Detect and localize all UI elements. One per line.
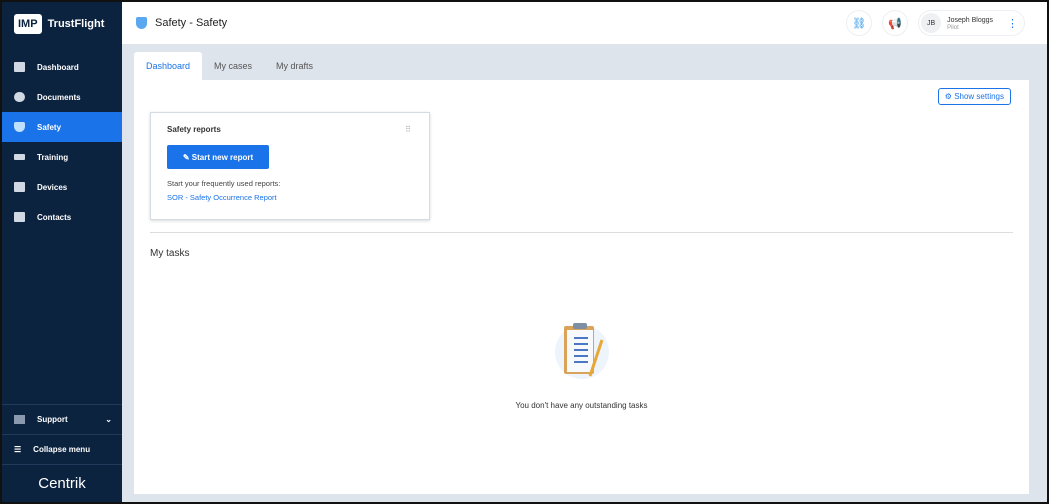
brand-name: TrustFlight [47, 18, 105, 30]
start-label: Start new report [191, 152, 254, 162]
sidebar-item-contacts[interactable]: Contacts [2, 202, 122, 232]
my-tasks-heading: My tasks [150, 248, 190, 259]
sidebar-item-safety[interactable]: Safety [2, 112, 122, 142]
show-settings-label: Show settings [954, 92, 1004, 101]
sidebar-item-label: Dashboard [37, 62, 79, 72]
link-button[interactable]: ⛓ [846, 10, 873, 36]
sidebar-item-documents[interactable]: Documents [2, 82, 122, 112]
megaphone-icon: 📢 [888, 17, 902, 30]
safety-reports-card: Safety reports ⠿ ✎ Start new report Star… [150, 112, 430, 220]
sidebar-item-label: Safety [37, 122, 62, 132]
user-menu[interactable]: JB Joseph Bloggs Pilot ⋮ [918, 10, 1025, 36]
logo[interactable]: IMP TrustFlight [14, 14, 104, 34]
page-title: Safety - Safety [155, 17, 228, 29]
centrik-logo: Centrik [2, 464, 122, 502]
sidebar-item-dashboard[interactable]: Dashboard [2, 52, 122, 82]
gear-icon: ⚙ [944, 92, 955, 101]
chevron-down-icon: ⌄ [105, 415, 112, 424]
sidebar-item-label: Training [37, 152, 69, 162]
tab-my-drafts[interactable]: My drafts [264, 52, 325, 80]
contacts-icon [14, 212, 25, 222]
more-vertical-icon[interactable]: ⋮ [1007, 17, 1018, 30]
sidebar-item-devices[interactable]: Devices [2, 172, 122, 202]
collapse-icon: ☰ [14, 445, 22, 454]
user-role: Pilot [947, 24, 959, 31]
sidebar-item-label: Devices [37, 182, 68, 192]
header: Safety - Safety ⛓ 📢 JB Joseph Bloggs Pilo… [122, 2, 1047, 44]
link-icon: ⛓ [852, 17, 867, 30]
graduation-cap-icon [14, 154, 25, 160]
sidebar-item-label: Contacts [37, 212, 72, 222]
support-label: Support [37, 415, 68, 424]
sor-report-link[interactable]: SOR - Safety Occurrence Report [167, 193, 413, 202]
imp-logo: IMP [14, 14, 42, 34]
sidebar-item-training[interactable]: Training [2, 142, 122, 172]
avatar: JB [921, 13, 942, 33]
user-name: Joseph Bloggs [947, 16, 993, 24]
shield-icon [136, 17, 147, 29]
sidebar-item-label: Documents [37, 92, 81, 102]
edit-icon: ✎ [182, 152, 192, 162]
announcements-button[interactable]: 📢 [882, 10, 909, 36]
shield-icon [14, 122, 25, 132]
tab-dashboard[interactable]: Dashboard [134, 52, 203, 80]
paperclip-icon [14, 92, 25, 102]
drag-handle-icon[interactable]: ⠿ [405, 125, 411, 134]
sidebar: IMP TrustFlight Dashboard Documents Safet… [2, 2, 122, 502]
clipboard-checklist-icon [555, 323, 609, 379]
empty-tasks-message: You don't have any outstanding tasks [515, 401, 648, 410]
dashboard-panel: ⚙ Show settings Safety reports ⠿ ✎ Start… [134, 80, 1029, 494]
support-icon [14, 415, 25, 424]
tab-my-cases[interactable]: My cases [202, 52, 264, 80]
dashboard-icon [14, 62, 25, 72]
start-new-report-button[interactable]: ✎ Start new report [167, 145, 269, 169]
support-menu[interactable]: Support ⌄ [2, 404, 122, 434]
collapse-label: Collapse menu [33, 445, 91, 454]
show-settings-button[interactable]: ⚙ Show settings [937, 88, 1011, 105]
collapse-menu-button[interactable]: ☰ Collapse menu [2, 434, 122, 464]
divider [150, 232, 1013, 233]
frequent-reports-hint: Start your frequently used reports: [167, 179, 281, 188]
devices-icon [14, 182, 25, 192]
card-title: Safety reports [167, 125, 221, 134]
